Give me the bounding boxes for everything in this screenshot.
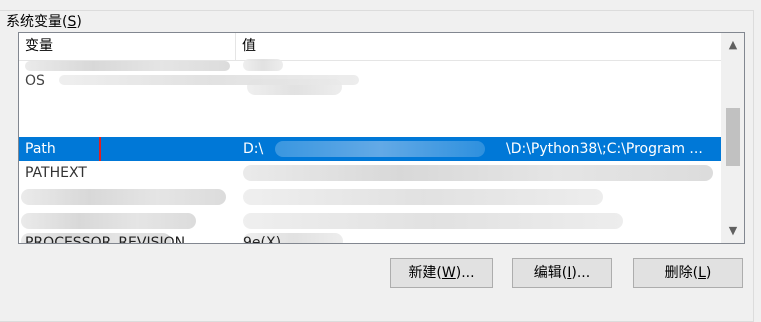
- variable-value: 9e(X): [243, 235, 282, 244]
- system-variables-label: 系统变量(S): [3, 13, 85, 31]
- scroll-up-arrow-icon[interactable]: ▲: [722, 35, 744, 55]
- red-highlight-box: [25, 137, 101, 161]
- list-item[interactable]: OS: [19, 73, 721, 99]
- scroll-down-arrow-icon[interactable]: ▼: [722, 221, 744, 241]
- list-item[interactable]: PROCESSOR_REVISION 9e(X): [19, 231, 721, 244]
- edit-button[interactable]: 编辑(I)...: [512, 258, 612, 288]
- new-button[interactable]: 新建(W)...: [390, 258, 493, 288]
- vertical-scrollbar[interactable]: ▲ ▼: [721, 33, 744, 243]
- blurred-value: [243, 213, 623, 229]
- blurred-name: [21, 213, 196, 229]
- list-item[interactable]: [19, 209, 721, 233]
- blurred-value: [243, 59, 283, 71]
- list-item[interactable]: [19, 185, 721, 209]
- blurred-value: [243, 165, 713, 181]
- list-item[interactable]: PATHEXT: [19, 161, 721, 185]
- list-rows: OS Path D:\ \D:\Python38\;C:\Program ... …: [19, 59, 721, 243]
- variable-name: PATHEXT: [25, 165, 87, 181]
- list-item-path[interactable]: Path D:\ \D:\Python38\;C:\Program ...: [19, 137, 721, 161]
- blurred-value: [275, 141, 485, 157]
- blurred-smear: [59, 75, 359, 85]
- blurred-value: [243, 189, 603, 205]
- variable-name: Path: [25, 137, 230, 161]
- blurred-name: [21, 189, 226, 205]
- system-variables-list[interactable]: 变量 值 OS Path D:\ \D:\Python38\;C:\Program…: [18, 32, 745, 244]
- scrollbar-thumb[interactable]: [726, 108, 740, 166]
- variable-name: PROCESSOR_REVISION: [25, 235, 186, 244]
- delete-button[interactable]: 删除(L): [633, 258, 743, 288]
- variable-value: D:\ \D:\Python38\;C:\Program ...: [243, 141, 703, 157]
